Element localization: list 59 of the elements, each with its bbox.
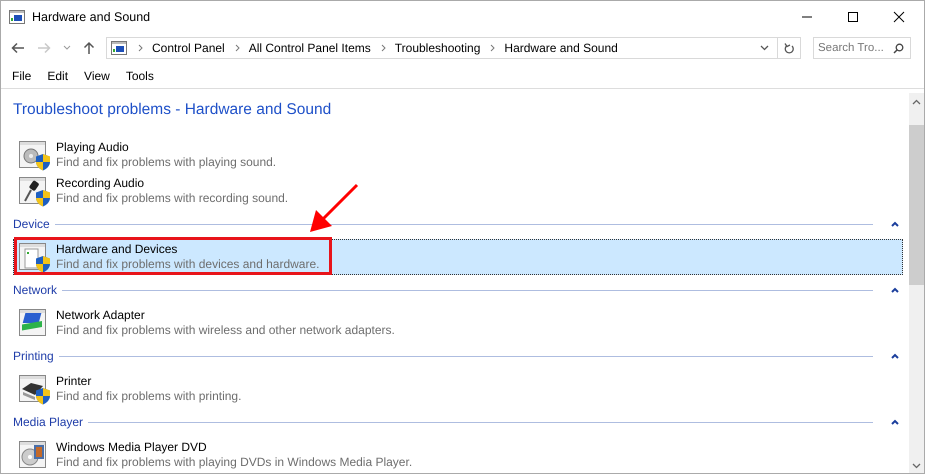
microphone-icon xyxy=(19,175,51,207)
chevron-icon[interactable] xyxy=(380,44,386,52)
breadcrumb-link[interactable]: All Control Panel Items xyxy=(248,41,371,55)
troubleshooter-item[interactable]: Recording Audio Find and fix problems with recording sound. xyxy=(13,173,903,209)
menu-item[interactable]: File xyxy=(12,69,32,83)
item-description: Find and fix problems with recording sound. xyxy=(56,191,288,206)
menu-item[interactable]: Edit xyxy=(47,69,68,83)
audio-icon xyxy=(19,139,51,171)
troubleshooter-item[interactable]: Windows Media Player DVD Find and fix problems with playing DVDs in Windows Media Player. xyxy=(13,437,903,473)
back-arrow-icon[interactable] xyxy=(11,42,25,54)
item-description: Find and fix problems with devices and hardware. xyxy=(56,257,320,272)
device-icon xyxy=(19,241,51,273)
item-description: Find and fix problems with wireless and other network adapters. xyxy=(56,323,395,338)
caret-icon[interactable] xyxy=(760,45,769,51)
chevron-icon[interactable] xyxy=(138,44,143,52)
breadcrumb-link[interactable]: Hardware and Sound xyxy=(504,41,618,55)
scroll-up-icon[interactable] xyxy=(912,99,921,105)
item-title: Windows Media Player DVD xyxy=(56,440,208,455)
breadcrumb-link[interactable]: Troubleshooting xyxy=(394,41,480,55)
group-header[interactable]: Network xyxy=(13,283,58,297)
window-title: Hardware and Sound xyxy=(32,10,150,24)
item-title: Hardware and Devices xyxy=(56,242,178,257)
breadcrumb-link[interactable]: Control Panel xyxy=(152,41,225,55)
page-heading: Troubleshoot problems - Hardware and Sound xyxy=(13,101,332,120)
control-panel-icon xyxy=(110,41,128,55)
item-title: Printer xyxy=(56,374,92,389)
item-description: Find and fix problems with printing. xyxy=(56,389,242,404)
refresh-icon xyxy=(784,42,794,54)
troubleshooter-item[interactable]: Network Adapter Find and fix problems with wireless and other network adapters. xyxy=(13,305,903,341)
scroll-thumb[interactable] xyxy=(909,125,924,285)
item-title: Network Adapter xyxy=(56,308,146,323)
collapse-icon[interactable] xyxy=(891,287,899,293)
collapse-icon[interactable] xyxy=(891,419,899,425)
printer-icon xyxy=(19,373,51,405)
item-description: Find and fix problems with playing DVDs in Windows Media Player. xyxy=(56,455,412,470)
scroll-down-icon[interactable] xyxy=(912,463,921,469)
group-header[interactable]: Device xyxy=(13,217,50,231)
chevron-icon[interactable] xyxy=(234,44,240,52)
troubleshooter-item[interactable]: Printer Find and fix problems with printing. xyxy=(13,371,903,407)
search-field[interactable]: Search Tro... xyxy=(813,37,911,59)
address-bar[interactable]: Control Panel All Control Panel Items Troubleshooting Hardware and Sound xyxy=(106,37,801,59)
chevron-icon[interactable] xyxy=(490,44,496,52)
collapse-icon[interactable] xyxy=(891,221,899,227)
scrollbar[interactable] xyxy=(909,93,924,473)
group-header[interactable]: Printing xyxy=(13,349,54,363)
search-icon xyxy=(893,43,904,54)
group-header[interactable]: Media Player xyxy=(13,415,84,429)
close-icon[interactable] xyxy=(893,10,905,22)
item-title: Recording Audio xyxy=(56,176,146,191)
pointer-arrow xyxy=(308,182,360,234)
menu-item[interactable]: View xyxy=(84,69,110,83)
control-panel-icon xyxy=(9,10,25,24)
troubleshooter-item[interactable]: Playing Audio Find and fix problems with playing sound. xyxy=(13,137,903,173)
maximize-icon[interactable] xyxy=(847,10,859,22)
item-description: Find and fix problems with playing sound. xyxy=(56,155,276,170)
item-title: Playing Audio xyxy=(56,140,130,155)
up-arrow-icon[interactable] xyxy=(83,41,95,55)
menu-item[interactable]: Tools xyxy=(126,69,154,83)
collapse-icon[interactable] xyxy=(891,353,899,359)
